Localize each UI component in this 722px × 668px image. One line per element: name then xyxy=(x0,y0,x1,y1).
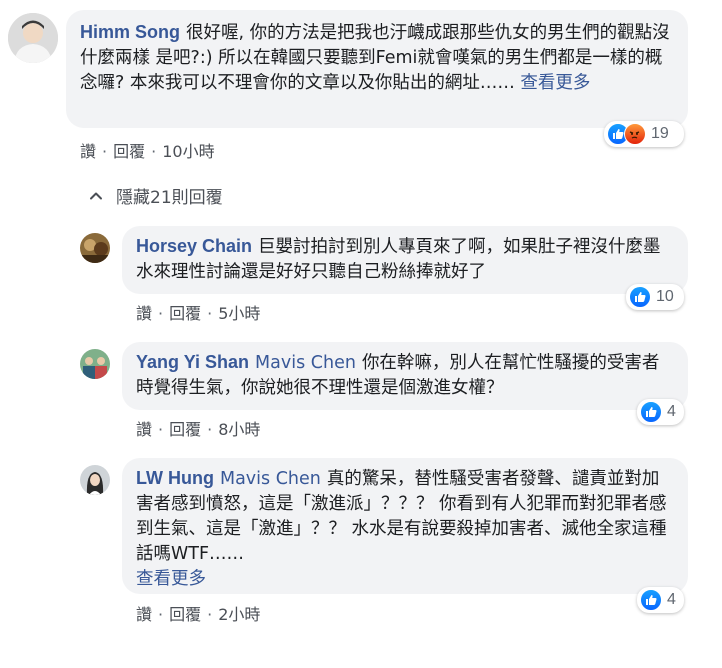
comment-actions: 讚 · 回覆 · 10小時 xyxy=(80,138,215,162)
separator: · xyxy=(207,304,213,323)
separator: · xyxy=(207,420,213,439)
avatar[interactable] xyxy=(8,13,58,63)
comment-body: Yang Yi Shan Mavis Chen 你在幹嘛，別人在幫忙性騷擾的受害者時… xyxy=(136,350,674,401)
comment-body: LW Hung Mavis Chen 真的驚呆，替性騷受害者發聲、譴責並對加害者感到… xyxy=(136,466,674,592)
reaction-count: 10 xyxy=(656,288,674,305)
comment-actions: 讚 · 回覆 · 2小時 xyxy=(136,601,260,625)
like-icon xyxy=(640,401,662,423)
photo-icon xyxy=(80,233,110,263)
like-link[interactable]: 讚 xyxy=(136,601,152,625)
comment-actions: 讚 · 回覆 · 5小時 xyxy=(136,300,260,324)
reaction-summary[interactable]: 4 xyxy=(637,399,684,425)
separator: · xyxy=(158,420,164,439)
comment-body: Himm Song 很好喔, 你的方法是把我也汙衊成跟那些仇女的男生們的觀點沒什麼… xyxy=(80,20,674,96)
reaction-count: 4 xyxy=(667,403,676,420)
group-photo-icon xyxy=(80,349,110,379)
reply-link[interactable]: 回覆 xyxy=(113,138,145,162)
see-more-link[interactable]: 查看更多 xyxy=(136,569,206,589)
like-link[interactable]: 讚 xyxy=(80,138,96,162)
comment-actions: 讚 · 回覆 · 8小時 xyxy=(136,416,260,440)
separator: · xyxy=(158,605,164,624)
like-link[interactable]: 讚 xyxy=(136,416,152,440)
comment-author[interactable]: Yang Yi Shan xyxy=(136,352,249,372)
separator: · xyxy=(102,142,108,161)
like-link[interactable]: 讚 xyxy=(136,300,152,324)
avatar[interactable] xyxy=(80,465,110,495)
comment-bubble: Himm Song 很好喔, 你的方法是把我也汙衊成跟那些仇女的男生們的觀點沒什麼… xyxy=(66,10,688,128)
reply-link[interactable]: 回覆 xyxy=(169,300,201,324)
reply-link[interactable]: 回覆 xyxy=(169,601,201,625)
comment-bubble: Yang Yi Shan Mavis Chen 你在幹嘛，別人在幫忙性騷擾的受害者時… xyxy=(122,342,688,410)
separator: · xyxy=(151,142,157,161)
person-photo-icon xyxy=(8,13,58,63)
comment-text: 真的驚呆，替性騷受害者發聲、譴責並對加害者感到憤怒，這是「激進派」？？？ 你看到… xyxy=(136,469,667,564)
timestamp[interactable]: 2小時 xyxy=(218,601,260,625)
mention-link[interactable]: Mavis Chen xyxy=(255,353,356,373)
reaction-count: 4 xyxy=(667,591,676,608)
hide-replies-toggle[interactable]: 隱藏21則回覆 xyxy=(88,183,223,208)
timestamp[interactable]: 8小時 xyxy=(218,416,260,440)
comment-bubble: Horsey Chain 巨嬰討拍討到別人專頁來了啊，如果肚子裡沒什麼墨水來理性討… xyxy=(122,226,688,294)
avatar[interactable] xyxy=(80,349,110,379)
see-more-link[interactable]: 查看更多 xyxy=(520,73,590,93)
like-icon xyxy=(629,286,651,308)
comment-author[interactable]: Horsey Chain xyxy=(136,236,252,256)
like-icon xyxy=(640,589,662,611)
angry-icon xyxy=(624,123,646,145)
avatar[interactable] xyxy=(80,233,110,263)
reaction-summary[interactable]: 4 xyxy=(637,587,684,613)
timestamp[interactable]: 5小時 xyxy=(218,300,260,324)
comment-author[interactable]: LW Hung xyxy=(136,468,214,488)
mention-link[interactable]: Mavis Chen xyxy=(220,469,321,489)
reply-link[interactable]: 回覆 xyxy=(169,416,201,440)
reaction-summary[interactable]: 10 xyxy=(626,284,684,310)
chevron-up-icon xyxy=(90,192,102,199)
hide-replies-label[interactable]: 隱藏21則回覆 xyxy=(116,183,223,208)
person-photo-icon xyxy=(80,465,110,495)
separator: · xyxy=(207,605,213,624)
comment-bubble: LW Hung Mavis Chen 真的驚呆，替性騷受害者發聲、譴責並對加害者感到… xyxy=(122,458,688,594)
comment-author[interactable]: Himm Song xyxy=(80,22,180,42)
separator: · xyxy=(158,304,164,323)
comment-body: Horsey Chain 巨嬰討拍討到別人專頁來了啊，如果肚子裡沒什麼墨水來理性討… xyxy=(136,234,674,285)
reaction-summary[interactable]: 19 xyxy=(604,121,684,147)
timestamp[interactable]: 10小時 xyxy=(162,138,214,162)
reaction-count: 19 xyxy=(651,125,669,142)
